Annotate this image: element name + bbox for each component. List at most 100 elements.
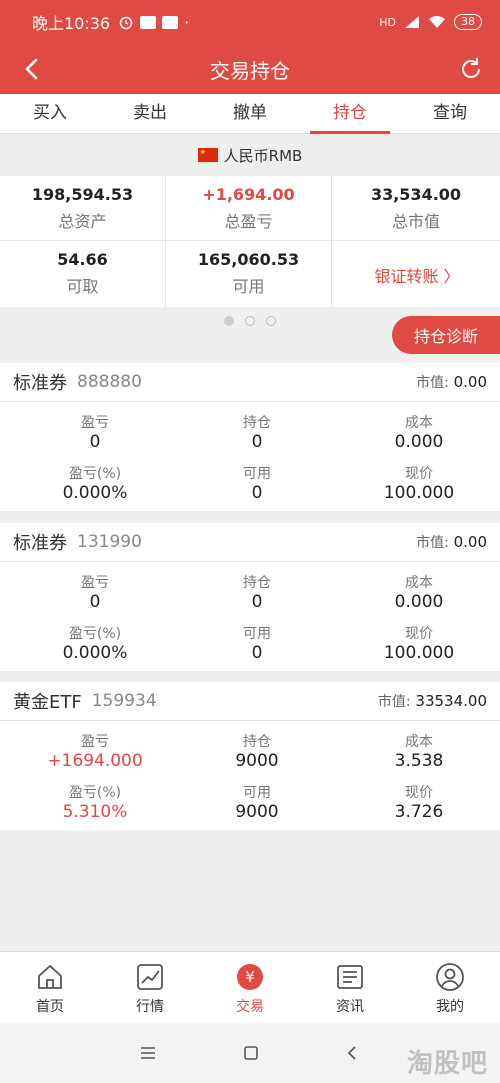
holding-card[interactable]: 黄金ETF 159934 市值: 33534.00 盈亏 +1694.000 持仓… — [0, 682, 500, 830]
pnl-label: 盈亏 — [81, 734, 109, 750]
holding-header: 黄金ETF 159934 市值: 33534.00 — [0, 682, 500, 721]
pnl-pct-label: 盈亏(%) — [68, 785, 122, 801]
nav-market[interactable]: 行情 — [100, 952, 200, 1023]
nav-home[interactable]: 首页 — [0, 952, 100, 1023]
price-field: 现价 100.000 — [336, 623, 500, 663]
nav-news-label: 资讯 — [336, 999, 364, 1015]
cost-field: 成本 3.538 — [336, 731, 500, 771]
holding-market-value: 市值: 0.00 — [416, 372, 487, 392]
pnl-pct-field: 盈亏(%) 0.000% — [12, 623, 178, 663]
withdrawable-cell: 54.66 可取 — [0, 241, 166, 307]
pnl-field: 盈亏 0 — [12, 412, 178, 452]
market-value-label: 市值: — [416, 375, 449, 391]
holding-details: 盈亏 0 持仓 0 成本 0.000 盈亏(%) 0.000% 可用 0 现价 100.00… — [0, 403, 500, 511]
cost-label: 成本 — [405, 575, 433, 591]
holding-card[interactable]: 标准券 888880 市值: 0.00 盈亏 0 持仓 0 成本 0.000 盈亏(%… — [0, 363, 500, 511]
market-value: 0.00 — [453, 373, 487, 391]
message-icon — [140, 15, 157, 29]
usable-label: 可用 — [243, 785, 271, 801]
account-summary: 198,594.53 总资产 +1,694.00 总盈亏 33,534.00 总… — [0, 176, 500, 307]
cost-value: 3.538 — [394, 751, 444, 771]
nav-home-label: 首页 — [36, 999, 64, 1015]
price-label: 现价 — [405, 785, 433, 801]
usable-value: 0 — [251, 483, 263, 503]
available-cell: 165,060.53 可用 — [166, 241, 332, 307]
cost-label: 成本 — [405, 734, 433, 750]
price-label: 现价 — [405, 626, 433, 642]
alarm-icon — [119, 16, 133, 30]
chart-icon — [137, 964, 163, 990]
market-value-label: 市值: — [416, 535, 449, 551]
currency-label: 人民币RMB — [223, 146, 303, 165]
available-value: 165,060.53 — [197, 250, 300, 269]
more-notifications-icon: · — [184, 12, 190, 32]
usable-field: 可用 9000 — [174, 782, 340, 822]
home-square-icon[interactable] — [242, 1044, 260, 1062]
pnl-label: 盈亏 — [81, 575, 109, 591]
position-value: 0 — [251, 592, 263, 612]
china-flag-icon — [197, 148, 218, 162]
nav-market-label: 行情 — [136, 999, 164, 1015]
position-value: 0 — [251, 432, 263, 452]
holding-name: 黄金ETF — [13, 692, 82, 713]
watermark: 淘股吧 — [406, 1049, 488, 1079]
tab-positions[interactable]: 持仓 — [300, 94, 400, 134]
pager-dot[interactable] — [266, 316, 276, 326]
total-assets-label: 总资产 — [58, 212, 107, 231]
pnl-field: 盈亏 0 — [12, 572, 178, 612]
pager-dot[interactable] — [245, 316, 255, 326]
total-pnl-value: +1,694.00 — [202, 185, 295, 204]
price-field: 现价 100.000 — [336, 463, 500, 503]
market-value: 0.00 — [453, 533, 487, 551]
tab-sell[interactable]: 卖出 — [100, 94, 200, 133]
notification-icons: · — [118, 13, 189, 32]
nav-me-label: 我的 — [436, 999, 464, 1015]
message-icon — [162, 15, 179, 29]
refresh-icon[interactable] — [456, 54, 486, 84]
cost-label: 成本 — [405, 415, 433, 431]
usable-field: 可用 0 — [174, 463, 340, 503]
title-bar: 交易持仓 — [0, 44, 500, 94]
holding-code: 888880 — [77, 372, 142, 392]
nav-trade-label: 交易 — [236, 999, 264, 1015]
tab-buy[interactable]: 买入 — [0, 94, 100, 133]
position-label: 持仓 — [243, 575, 271, 591]
menu-icon[interactable] — [138, 1045, 158, 1061]
position-label: 持仓 — [243, 734, 271, 750]
holding-name: 标准券 — [13, 533, 67, 554]
holding-details: 盈亏 +1694.000 持仓 9000 成本 3.538 盈亏(%) 5.310% 可… — [0, 722, 500, 830]
user-icon — [436, 963, 464, 991]
price-field: 现价 3.726 — [336, 782, 500, 822]
total-pnl-label: 总盈亏 — [224, 212, 273, 231]
cost-value: 0.000 — [394, 432, 444, 452]
holding-code: 159934 — [91, 691, 157, 711]
price-value: 100.000 — [383, 483, 455, 503]
total-market-value-cell: 33,534.00 总市值 — [332, 176, 500, 241]
market-value-label: 市值: — [377, 694, 411, 710]
tab-query[interactable]: 查询 — [400, 94, 500, 133]
position-diagnosis-button[interactable]: 持仓诊断 — [392, 316, 500, 354]
bottom-nav: 首页 行情 ¥ 交易 资讯 我的 — [0, 951, 500, 1023]
trade-tabs: 买入 卖出 撤单 持仓 查询 — [0, 94, 500, 134]
position-field: 持仓 0 — [174, 572, 340, 612]
nav-news[interactable]: 资讯 — [300, 952, 400, 1023]
system-back-icon[interactable] — [344, 1044, 362, 1062]
network-label: HD — [379, 15, 396, 29]
pnl-pct-field: 盈亏(%) 5.310% — [12, 782, 178, 822]
holding-card[interactable]: 标准券 131990 市值: 0.00 盈亏 0 持仓 0 成本 0.000 盈亏(%… — [0, 523, 500, 671]
market-value: 33534.00 — [415, 692, 487, 710]
pnl-value: 0 — [89, 592, 101, 612]
pager-dot-active[interactable] — [224, 316, 234, 326]
tab-cancel[interactable]: 撤单 — [200, 94, 300, 133]
wifi-icon — [429, 15, 445, 28]
nav-trade[interactable]: ¥ 交易 — [200, 952, 300, 1023]
nav-me[interactable]: 我的 — [400, 952, 500, 1023]
total-assets-value: 198,594.53 — [31, 185, 134, 204]
pnl-field: 盈亏 +1694.000 — [12, 731, 178, 771]
news-icon — [337, 965, 363, 989]
bank-transfer-link[interactable]: 银证转账 〉 — [334, 242, 500, 307]
total-pnl-cell: +1,694.00 总盈亏 — [166, 176, 332, 241]
back-icon[interactable] — [18, 54, 48, 84]
holding-name: 标准券 — [13, 373, 67, 394]
usable-label: 可用 — [243, 626, 271, 642]
